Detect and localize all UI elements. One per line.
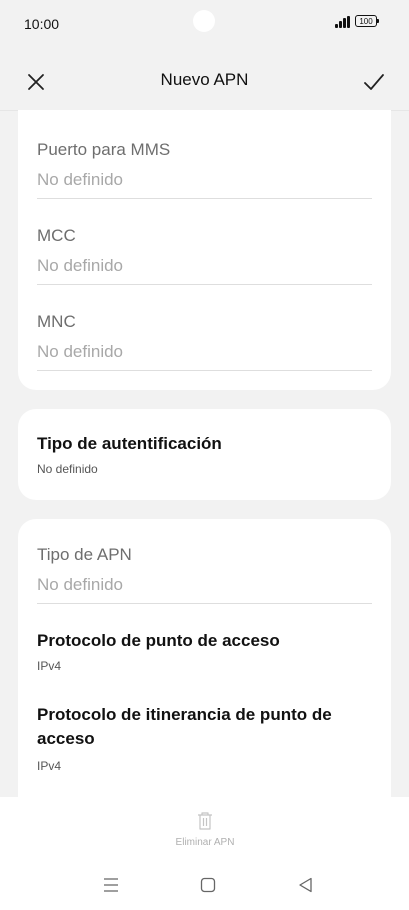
mms-port-field[interactable]: Puerto para MMS No definido: [37, 140, 372, 199]
item-title: Protocolo de itinerancia de punto de acc…: [37, 705, 332, 748]
field-label: Tipo de APN: [37, 545, 132, 564]
roaming-protocol-item[interactable]: Protocolo de itinerancia de punto de acc…: [37, 703, 372, 773]
status-time: 10:00: [24, 16, 60, 32]
recent-apps-button[interactable]: [101, 875, 121, 895]
battery-icon: 100: [355, 15, 379, 27]
field-value[interactable]: No definido: [37, 575, 372, 604]
save-button[interactable]: [360, 68, 388, 96]
back-button[interactable]: [296, 875, 316, 895]
apn-type-field[interactable]: Tipo de APN No definido: [37, 545, 372, 604]
settings-card-mms: Puerto para MMS No definido MCC No defin…: [18, 110, 391, 390]
field-value[interactable]: No definido: [37, 342, 372, 371]
bottom-action-bar: Eliminar APN: [0, 797, 409, 910]
app-header: Nuevo APN: [0, 50, 409, 111]
delete-apn-button[interactable]: Eliminar APN: [150, 809, 260, 849]
delete-apn-label: Eliminar APN: [175, 837, 235, 848]
field-label: MCC: [37, 226, 76, 245]
home-icon: [200, 877, 216, 893]
signal-icon: [335, 16, 351, 28]
mcc-field[interactable]: MCC No definido: [37, 226, 372, 285]
auth-type-item[interactable]: Tipo de autentificación No definido: [37, 434, 372, 476]
front-camera: [193, 10, 215, 32]
auth-type-card[interactable]: Tipo de autentificación No definido: [18, 409, 391, 500]
item-value: IPv4: [37, 759, 62, 773]
back-icon: [299, 877, 312, 893]
field-label: Puerto para MMS: [37, 140, 171, 159]
status-bar: 10:00 100: [0, 0, 409, 50]
field-value[interactable]: No definido: [37, 170, 372, 199]
page-title: Nuevo APN: [160, 70, 249, 89]
item-title: Protocolo de punto de acceso: [37, 631, 280, 650]
mnc-field[interactable]: MNC No definido: [37, 312, 372, 371]
item-value: IPv4: [37, 659, 62, 673]
check-icon: [364, 74, 384, 90]
apn-type-card: Tipo de APN No definido Protocolo de pun…: [18, 519, 391, 819]
protocol-item[interactable]: Protocolo de punto de acceso IPv4: [37, 631, 372, 673]
home-button[interactable]: [198, 875, 218, 895]
trash-icon: [198, 812, 212, 830]
field-value[interactable]: No definido: [37, 256, 372, 285]
item-value: No definido: [37, 462, 98, 476]
field-label: MNC: [37, 312, 76, 331]
item-title: Tipo de autentificación: [37, 434, 222, 453]
menu-icon: [104, 878, 118, 892]
